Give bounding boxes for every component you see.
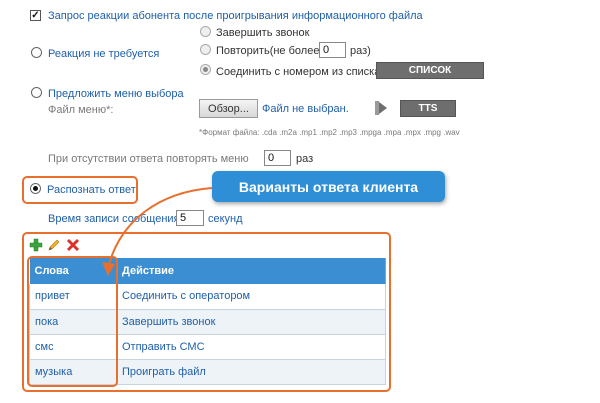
file-status: Файл не выбран. <box>262 103 349 115</box>
formats-note: *Формат файла: .cda .m2a .mp1 .mp2 .mp3 … <box>199 128 460 137</box>
action-cell[interactable]: Отправить СМС <box>116 334 386 360</box>
no-answer-repeat-input[interactable]: 0 <box>264 150 291 166</box>
checkmark-icon: ✓ <box>31 9 40 21</box>
play-icon[interactable] <box>375 101 387 115</box>
no-reaction-label: Реакция не требуется <box>48 48 160 60</box>
offer-menu-radio[interactable] <box>31 87 42 98</box>
connect-radio[interactable] <box>200 64 211 75</box>
offer-menu-label: Предложить меню выбора <box>48 88 184 100</box>
end-call-label: Завершить звонок <box>216 27 310 39</box>
action-cell[interactable]: Соединить с оператором <box>116 284 386 310</box>
action-cell[interactable]: Проиграть файл <box>116 359 386 385</box>
pointer-arrow <box>102 187 213 276</box>
browse-button[interactable]: Обзор... <box>199 99 258 118</box>
action-cell[interactable]: Завершить звонок <box>116 309 386 335</box>
repeat-count-input[interactable]: 0 <box>319 42 346 58</box>
repeat-radio[interactable] <box>200 44 211 55</box>
menu-file-label: Файл меню*: <box>48 104 114 116</box>
repeat-unit: раз) <box>350 45 371 57</box>
delete-icon[interactable] <box>66 238 80 252</box>
add-icon[interactable] <box>29 238 43 252</box>
request-reaction-label: Запрос реакции абонента после проигрыван… <box>48 10 423 22</box>
recognize-radio[interactable] <box>30 183 41 194</box>
end-call-radio[interactable] <box>200 26 211 37</box>
edit-icon[interactable] <box>47 238 61 252</box>
answer-variants-tooltip: Варианты ответа клиента <box>212 171 445 202</box>
no-answer-unit: раз <box>296 153 314 165</box>
connect-label: Соединить с номером из списка <box>216 66 381 78</box>
repeat-label: Повторить(не более <box>216 45 320 57</box>
list-button[interactable]: СПИСОК <box>376 62 484 79</box>
no-reaction-radio[interactable] <box>31 47 42 58</box>
tts-button[interactable]: TTS <box>400 100 456 117</box>
no-answer-label: При отсутствии ответа повторять меню <box>48 153 249 165</box>
request-reaction-checkbox[interactable]: ✓ <box>30 10 41 21</box>
